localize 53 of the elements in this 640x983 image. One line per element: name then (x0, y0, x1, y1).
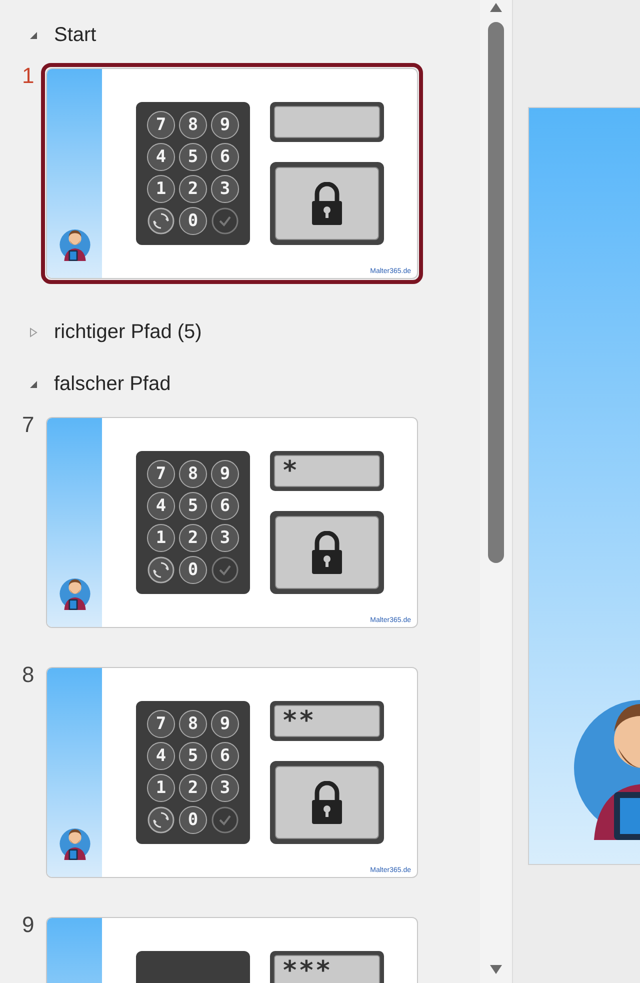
key-button: 7 (147, 460, 175, 488)
key-button: 6 (211, 742, 239, 770)
key-button: 1 (147, 524, 175, 552)
code-text: ** (282, 706, 316, 736)
key-button: 6 (211, 492, 239, 520)
section-title[interactable]: richtiger Pfad (5) (54, 321, 202, 344)
code-text: *** (282, 956, 332, 983)
section-title[interactable]: falscher Pfad (54, 373, 171, 396)
key-button: 7 (147, 111, 175, 139)
slide-number: 8 (21, 662, 36, 687)
key-button: 5 (179, 742, 207, 770)
key-button: 9 (211, 710, 239, 738)
slide-number: 1 (21, 63, 36, 88)
key-button: 4 (147, 492, 175, 520)
slide-number: 7 (21, 412, 36, 437)
scroll-up-icon[interactable] (489, 2, 503, 13)
key-button: 6 (211, 143, 239, 171)
scrollbar-thumb[interactable] (488, 22, 504, 563)
key-button: 2 (179, 524, 207, 552)
key-button: 5 (179, 492, 207, 520)
key-button: 7 (147, 710, 175, 738)
check-key-icon (211, 806, 239, 834)
key-button: 1 (147, 175, 175, 203)
key-button: 0 (179, 207, 207, 235)
expand-arrow-icon[interactable] (27, 326, 40, 339)
key-button: 3 (211, 774, 239, 802)
lock-icon (309, 530, 345, 574)
key-button: 5 (179, 143, 207, 171)
check-key-icon (211, 556, 239, 584)
key-button: 3 (211, 524, 239, 552)
check-key-icon (211, 207, 239, 235)
key-button: 3 (211, 175, 239, 203)
key-button: 9 (211, 460, 239, 488)
reset-key-icon (147, 556, 175, 584)
scroll-down-icon[interactable] (489, 964, 503, 975)
lock-icon (309, 780, 345, 824)
key-button: 4 (147, 742, 175, 770)
key-button: 9 (211, 111, 239, 139)
key-button: 2 (179, 175, 207, 203)
key-button: 8 (179, 460, 207, 488)
key-button: 8 (179, 710, 207, 738)
key-button: 0 (179, 806, 207, 834)
slide-number: 9 (21, 912, 36, 937)
reset-key-icon (147, 207, 175, 235)
key-button: 8 (179, 111, 207, 139)
section-title[interactable]: Start (54, 24, 96, 47)
key-button: 0 (179, 556, 207, 584)
code-text: * (282, 456, 299, 486)
lock-icon (309, 182, 345, 226)
reset-key-icon (147, 806, 175, 834)
key-button: 1 (147, 774, 175, 802)
key-button: 4 (147, 143, 175, 171)
key-button: 2 (179, 774, 207, 802)
